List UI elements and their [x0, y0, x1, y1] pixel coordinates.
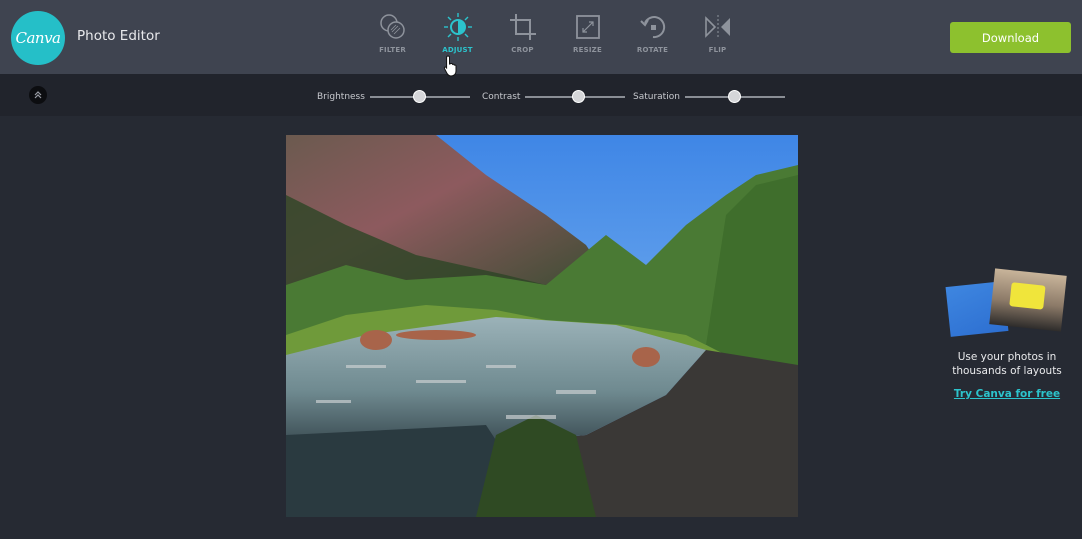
- resize-icon: [575, 15, 600, 39]
- contrast-knob[interactable]: [571, 90, 585, 103]
- crop-icon: [509, 14, 536, 40]
- collapse-panel-button[interactable]: [29, 86, 47, 104]
- hand-cursor-icon: [443, 55, 457, 77]
- tool-label: RESIZE: [573, 46, 602, 54]
- photo-canvas[interactable]: [286, 135, 798, 517]
- tool-tabs: FILTER ADJUST CROP RESIZE ROTATE FLIP: [360, 12, 750, 62]
- top-bar: Canva Photo Editor FILTER ADJUST CROP RE…: [0, 0, 1082, 74]
- contrast-label: Contrast: [482, 92, 521, 102]
- landscape-photo: [286, 135, 798, 517]
- tool-rotate[interactable]: ROTATE: [620, 12, 685, 62]
- brightness-control: Brightness: [317, 89, 470, 105]
- promo-text-line2: thousands of layouts: [952, 365, 1062, 377]
- filter-icon: [379, 14, 405, 39]
- adjust-icon: [443, 13, 472, 41]
- tool-label: FLIP: [708, 46, 727, 54]
- promo-text: Use your photos in thousands of layouts: [944, 350, 1070, 378]
- download-button[interactable]: Download: [950, 22, 1071, 53]
- brightness-label: Brightness: [317, 92, 365, 102]
- tool-resize[interactable]: RESIZE: [555, 12, 620, 62]
- promo-image: [944, 268, 1070, 344]
- tool-label: ROTATE: [636, 46, 669, 54]
- app-title: Photo Editor: [77, 28, 160, 44]
- promo-tag: [1009, 282, 1046, 310]
- contrast-slider[interactable]: [525, 90, 626, 103]
- chevron-up-icon: [34, 91, 42, 99]
- tool-crop[interactable]: CROP: [490, 12, 555, 62]
- promo-text-line1: Use your photos in: [957, 351, 1057, 363]
- tool-flip[interactable]: FLIP: [685, 12, 750, 62]
- tool-label: FILTER: [379, 46, 406, 54]
- brightness-knob[interactable]: [413, 90, 427, 103]
- canva-logo[interactable]: Canva: [11, 11, 65, 65]
- try-canva-link[interactable]: Try Canva for free: [954, 388, 1060, 400]
- saturation-control: Saturation: [633, 89, 785, 105]
- saturation-knob[interactable]: [728, 90, 742, 103]
- tool-label: CROP: [511, 46, 534, 54]
- contrast-control: Contrast: [482, 89, 626, 105]
- tool-filter[interactable]: FILTER: [360, 12, 425, 62]
- brightness-slider[interactable]: [369, 90, 470, 103]
- saturation-slider[interactable]: [684, 90, 785, 103]
- saturation-label: Saturation: [633, 92, 680, 102]
- promo-panel: Use your photos in thousands of layouts …: [944, 268, 1070, 401]
- rotate-icon: [639, 16, 665, 39]
- tool-label: ADJUST: [442, 46, 473, 54]
- promo-card-photo: [989, 268, 1067, 332]
- flip-icon: [704, 15, 730, 39]
